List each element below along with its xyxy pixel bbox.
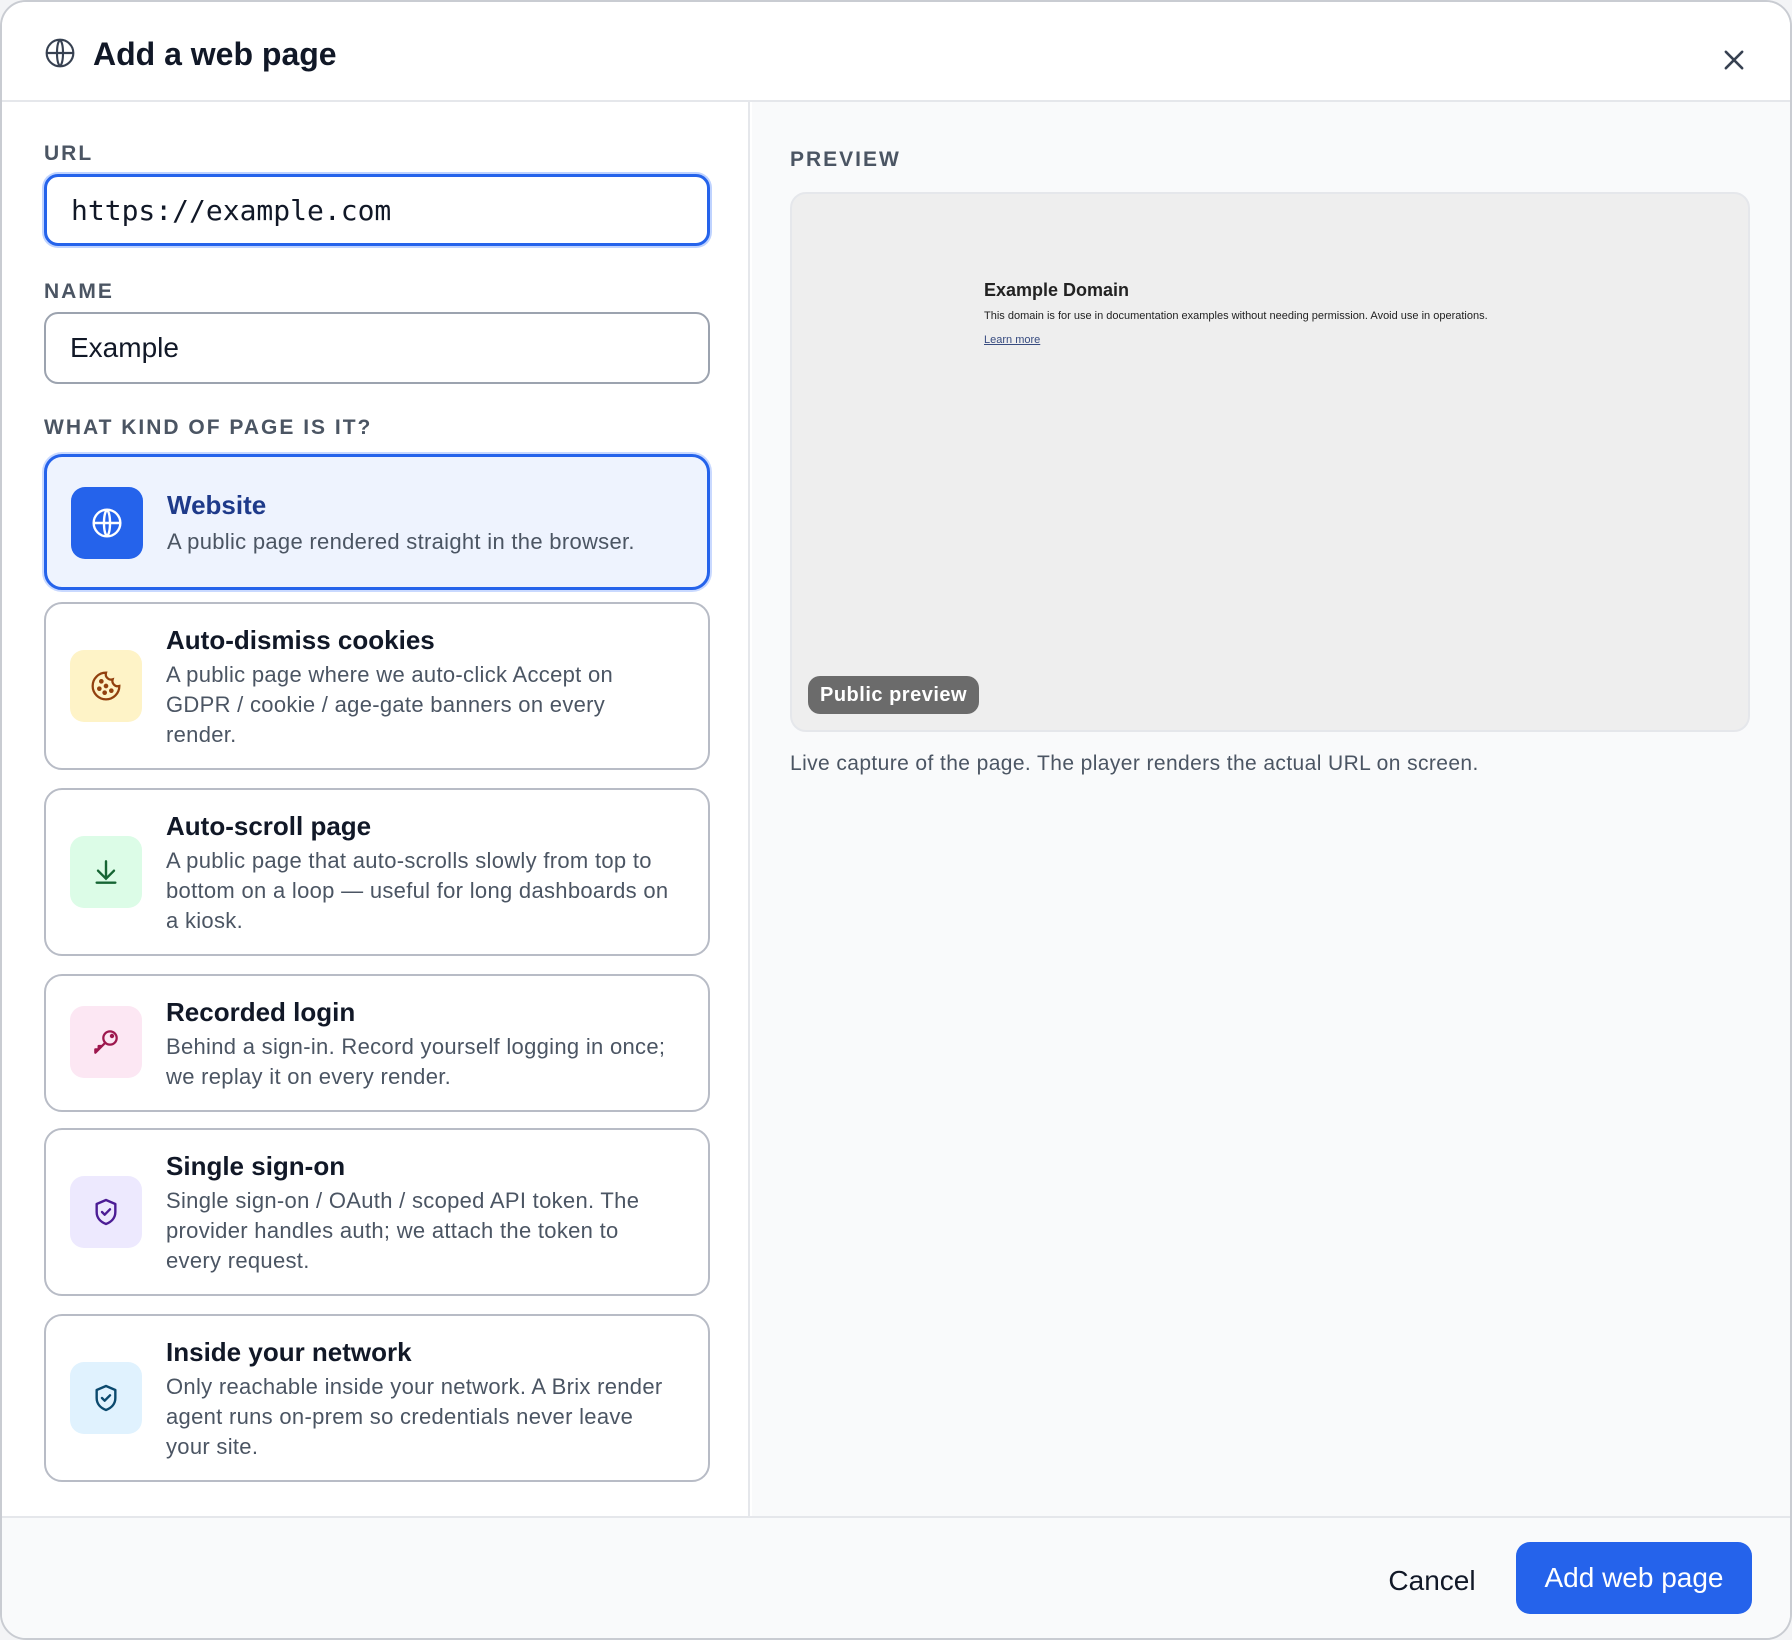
option-description: A public page that auto-scrolls slowly f… [166, 848, 669, 933]
option-recorded-login[interactable]: Recorded login Behind a sign-in. Record … [44, 974, 710, 1112]
preview-caption: Live capture of the page. The player ren… [790, 752, 1479, 775]
option-auto-dismiss-cookies[interactable]: Auto-dismiss cookies A public page where… [44, 602, 710, 770]
shield-check-icon [70, 1176, 142, 1248]
option-inside-your-network[interactable]: Inside your network Only reachable insid… [44, 1314, 710, 1482]
option-single-sign-on[interactable]: Single sign-on Single sign-on / OAuth / … [44, 1128, 710, 1296]
url-input[interactable] [44, 174, 710, 246]
key-icon [70, 1006, 142, 1078]
preview-label: PREVIEW [790, 148, 901, 171]
add-web-page-dialog: Add a web page URL NAME WHAT KIND OF PAG… [0, 0, 1792, 1640]
preview-panel: PREVIEW Example Domain This domain is fo… [752, 102, 1790, 1516]
preview-learn-more-link[interactable]: Learn more [984, 334, 1040, 346]
cancel-button[interactable]: Cancel [1372, 1546, 1492, 1616]
dialog-title: Add a web page [93, 36, 337, 72]
preview-frame: Example Domain This domain is for use in… [790, 192, 1750, 732]
cookie-icon [70, 650, 142, 722]
option-description: A public page where we auto-click Accept… [166, 662, 614, 747]
option-description: Behind a sign-in. Record yourself loggin… [166, 1034, 666, 1089]
preview-page-text: This domain is for use in documentation … [984, 310, 1488, 322]
page-kind-label: WHAT KIND OF PAGE IS IT? [44, 416, 373, 439]
name-label: NAME [44, 280, 114, 303]
dialog-header: Add a web page [2, 2, 1790, 102]
option-description: Single sign-on / OAuth / scoped API toke… [166, 1188, 640, 1273]
option-title: Website [167, 490, 267, 520]
url-label: URL [44, 142, 94, 165]
option-auto-scroll-page[interactable]: Auto-scroll page A public page that auto… [44, 788, 710, 956]
dialog-footer: Cancel Add web page [2, 1516, 1790, 1638]
option-title: Single sign-on [166, 1151, 346, 1181]
option-title: Recorded login [166, 997, 356, 1027]
option-title: Inside your network [166, 1337, 412, 1367]
name-input[interactable] [44, 312, 710, 384]
public-preview-badge: Public preview [808, 676, 980, 714]
option-website[interactable]: Website A public page rendered straight … [44, 454, 710, 590]
globe-icon [44, 37, 76, 69]
option-title: Auto-scroll page [166, 811, 372, 841]
arrow-down-icon [70, 836, 142, 908]
shield-check-icon [70, 1362, 142, 1434]
add-web-page-button[interactable]: Add web page [1516, 1542, 1752, 1614]
option-title: Auto-dismiss cookies [166, 625, 435, 655]
option-description: Only reachable inside your network. A Br… [166, 1374, 663, 1459]
globe-icon [71, 487, 143, 559]
form-panel: URL NAME WHAT KIND OF PAGE IS IT? Websit… [2, 102, 750, 1516]
option-description: A public page rendered straight in the b… [167, 529, 635, 554]
preview-page-title: Example Domain [984, 280, 1130, 300]
close-icon[interactable] [1720, 46, 1748, 74]
